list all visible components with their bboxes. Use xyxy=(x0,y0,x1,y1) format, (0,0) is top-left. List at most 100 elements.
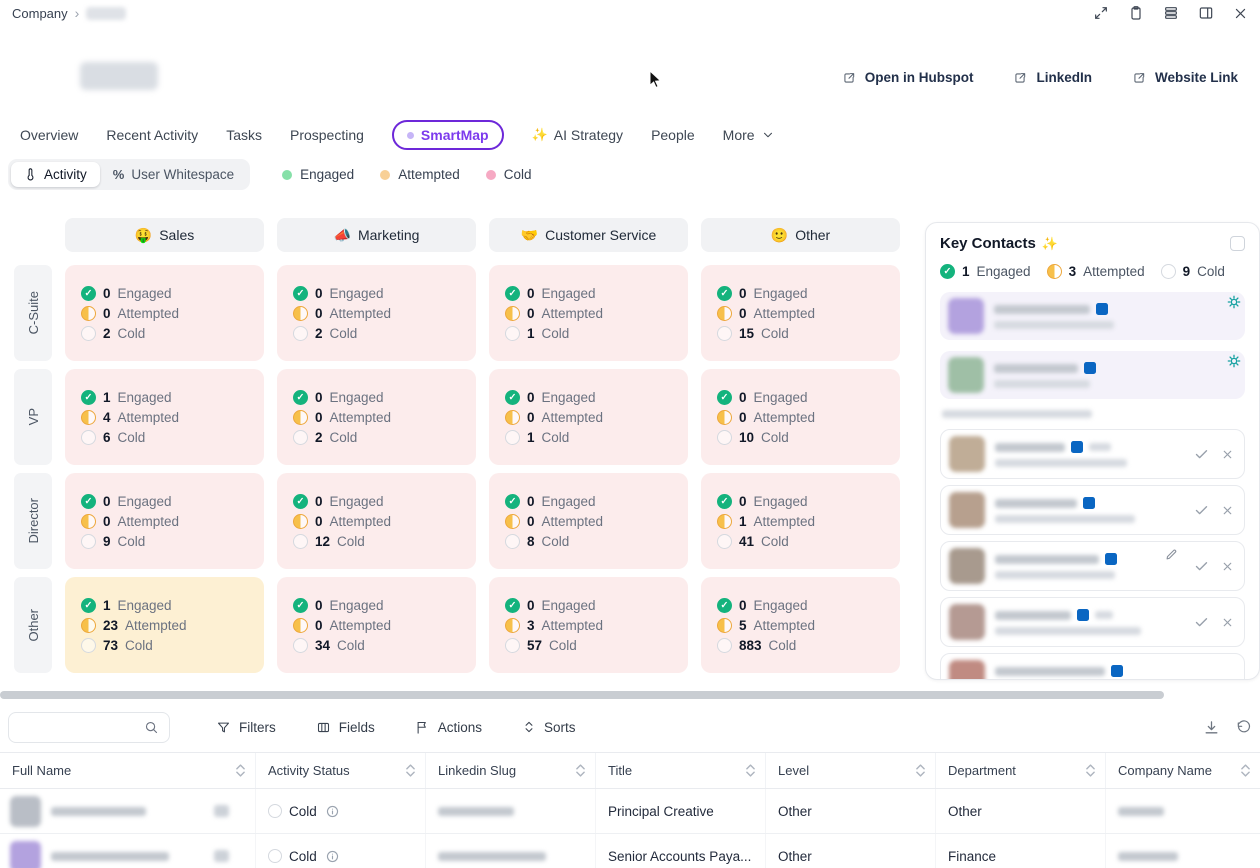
dismiss-button[interactable] xyxy=(1221,504,1234,517)
download-icon[interactable] xyxy=(1203,719,1220,736)
title-cell: Principal Creative xyxy=(596,789,766,833)
engaged-icon xyxy=(717,597,732,613)
sorts-button[interactable]: Sorts xyxy=(522,720,576,735)
contact-card[interactable] xyxy=(940,485,1245,535)
col-company-name[interactable]: Company Name xyxy=(1106,753,1260,788)
info-icon[interactable] xyxy=(326,850,339,863)
filters-button[interactable]: Filters xyxy=(216,720,276,735)
breadcrumb-company[interactable]: Company xyxy=(12,6,68,21)
cell-csuite-other[interactable]: 0 Engaged 0 Attempted 15 Cold xyxy=(701,265,900,361)
stat-count: 5 xyxy=(739,617,747,633)
contact-card-synced[interactable] xyxy=(940,292,1245,340)
col-department[interactable]: Department xyxy=(936,753,1106,788)
website-link[interactable]: Website Link xyxy=(1132,70,1238,85)
cell-other-sales[interactable]: 1 Engaged 23 Attempted 73 Cold xyxy=(65,577,264,673)
table-row[interactable]: Cold Principal Creative Other Other xyxy=(0,789,1260,834)
select-all-checkbox[interactable] xyxy=(1230,236,1245,251)
tab-smartmap-active[interactable]: SmartMap xyxy=(391,120,504,150)
cell-vp-marketing[interactable]: 0 Engaged 0 Attempted 2 Cold xyxy=(277,369,476,465)
attempted-dot-icon xyxy=(380,169,391,180)
cold-stat: 8 Cold xyxy=(505,533,672,549)
cell-other-marketing[interactable]: 0 Engaged 0 Attempted 34 Cold xyxy=(277,577,476,673)
dismiss-button[interactable] xyxy=(1221,448,1234,461)
breadcrumb[interactable]: Company › xyxy=(12,5,127,21)
tab-people[interactable]: People xyxy=(651,127,695,143)
attempted-icon xyxy=(717,305,732,321)
toggle-activity[interactable]: Activity xyxy=(11,162,100,187)
actions-button[interactable]: Actions xyxy=(415,720,482,735)
cell-vp-sales[interactable]: 1 Engaged 4 Attempted 6 Cold xyxy=(65,369,264,465)
fields-button[interactable]: Fields xyxy=(316,720,375,735)
approve-button[interactable] xyxy=(1194,615,1209,630)
undo-icon[interactable] xyxy=(1236,719,1252,735)
cell-director-other[interactable]: 0 Engaged 1 Attempted 41 Cold xyxy=(701,473,900,569)
cell-director-marketing[interactable]: 0 Engaged 0 Attempted 12 Cold xyxy=(277,473,476,569)
col-level[interactable]: Level xyxy=(766,753,936,788)
dismiss-button[interactable] xyxy=(1221,560,1234,573)
cell-csuite-sales[interactable]: 0 Engaged 0 Attempted 2 Cold xyxy=(65,265,264,361)
tab-recent-activity[interactable]: Recent Activity xyxy=(106,127,198,143)
attempted-stat: 0 Attempted xyxy=(293,513,460,529)
close-icon[interactable] xyxy=(1233,6,1248,21)
sort-chevrons-icon[interactable] xyxy=(236,763,245,778)
search-input[interactable] xyxy=(19,719,136,735)
cell-vp-customer-service[interactable]: 0 Engaged 0 Attempted 1 Cold xyxy=(489,369,688,465)
cold-icon xyxy=(717,325,732,341)
expand-icon[interactable] xyxy=(1093,5,1109,21)
horizontal-scrollbar[interactable] xyxy=(0,691,1164,699)
side-panel-icon[interactable] xyxy=(1198,5,1214,21)
panel-title-text: Key Contacts xyxy=(940,235,1036,252)
clipboard-icon[interactable] xyxy=(1128,5,1144,21)
contact-card[interactable] xyxy=(940,541,1245,591)
stat-count: 73 xyxy=(103,637,119,653)
col-linkedin-slug[interactable]: Linkedin Slug xyxy=(426,753,596,788)
contact-card[interactable] xyxy=(940,597,1245,647)
search-box[interactable] xyxy=(8,711,170,743)
engaged-icon xyxy=(81,493,96,509)
approve-button[interactable] xyxy=(1194,447,1209,462)
attempted-stat: 0 Attempted xyxy=(293,409,460,425)
tab-tasks[interactable]: Tasks xyxy=(226,127,262,143)
approve-button[interactable] xyxy=(1194,503,1209,518)
contact-card-synced[interactable] xyxy=(940,351,1245,399)
linkedin-link[interactable]: LinkedIn xyxy=(1013,70,1092,85)
cell-csuite-customer-service[interactable]: 0 Engaged 0 Attempted 1 Cold xyxy=(489,265,688,361)
info-icon[interactable] xyxy=(326,805,339,818)
sort-chevrons-icon[interactable] xyxy=(916,763,925,778)
contact-card-partial[interactable] xyxy=(940,653,1245,679)
edit-icon[interactable] xyxy=(1166,548,1178,560)
col-title[interactable]: Title xyxy=(596,753,766,788)
col-activity-status[interactable]: Activity Status xyxy=(256,753,426,788)
attempted-icon xyxy=(1046,264,1062,279)
tab-prospecting[interactable]: Prospecting xyxy=(290,127,364,143)
table-row[interactable]: Cold Senior Accounts Paya... Other Finan… xyxy=(0,834,1260,868)
button-label: Fields xyxy=(338,719,375,735)
col-full-name[interactable]: Full Name xyxy=(0,753,256,788)
dismiss-button[interactable] xyxy=(1221,616,1234,629)
contact-card[interactable] xyxy=(940,429,1245,479)
stat-label: Engaged xyxy=(117,493,172,509)
cell-vp-other[interactable]: 0 Engaged 0 Attempted 10 Cold xyxy=(701,369,900,465)
sort-chevrons-icon[interactable] xyxy=(1086,763,1095,778)
stack-icon[interactable] xyxy=(1163,5,1179,21)
tab-ai-strategy[interactable]: ✨ AI Strategy xyxy=(532,127,623,143)
stat-label: Engaged xyxy=(753,389,808,405)
approve-button[interactable] xyxy=(1194,559,1209,574)
tab-more[interactable]: More xyxy=(723,127,775,143)
cell-other-other[interactable]: 0 Engaged 5 Attempted 883 Cold xyxy=(701,577,900,673)
open-in-hubspot-link[interactable]: Open in Hubspot xyxy=(842,70,973,85)
sort-chevrons-icon[interactable] xyxy=(746,763,755,778)
sort-chevrons-icon[interactable] xyxy=(1241,763,1250,778)
sort-chevrons-icon[interactable] xyxy=(576,763,585,778)
cell-other-customer-service[interactable]: 0 Engaged 3 Attempted 57 Cold xyxy=(489,577,688,673)
cell-director-sales[interactable]: 0 Engaged 0 Attempted 9 Cold xyxy=(65,473,264,569)
cell-csuite-marketing[interactable]: 0 Engaged 0 Attempted 2 Cold xyxy=(277,265,476,361)
linkedin-icon xyxy=(1096,303,1108,315)
stat-label: Engaged xyxy=(329,493,384,509)
tab-overview[interactable]: Overview xyxy=(20,127,78,143)
toggle-user-whitespace[interactable]: % User Whitespace xyxy=(100,162,247,187)
chevron-right-icon: › xyxy=(74,5,80,21)
sort-chevrons-icon[interactable] xyxy=(406,763,415,778)
engaged-icon xyxy=(293,389,308,405)
cell-director-customer-service[interactable]: 0 Engaged 0 Attempted 8 Cold xyxy=(489,473,688,569)
